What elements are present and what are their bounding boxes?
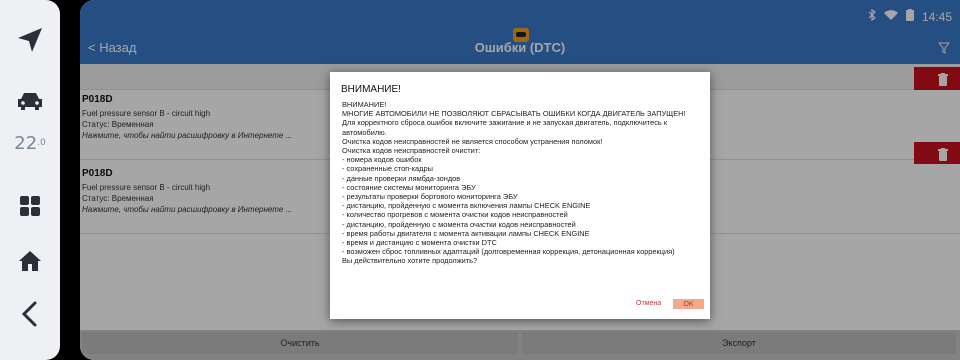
dialog-line: - состояние системы мониторинга ЭБУ — [342, 182, 476, 192]
dialog-body: ВНИМАНИЕ! МНОГИЕ АВТОМОБИЛИ НЕ ПОЗВОЛЯЮТ… — [342, 100, 702, 266]
temperature-value: 22 — [14, 132, 38, 154]
cancel-button[interactable]: Отмена — [636, 300, 661, 307]
dialog-line: Очистка кодов неисправностей очистит: — [342, 146, 481, 156]
dialog-line: Очистка кодов неисправностей не является… — [342, 136, 603, 146]
dialog-line: Вы действительно хотите продолжить? — [342, 256, 478, 266]
car-dock: 22.0 — [0, 0, 60, 360]
dialog-line: - дистанцию, пройденную с момента очистк… — [342, 219, 576, 229]
navigation-icon[interactable] — [0, 22, 60, 58]
dialog-line: - время работы двигателя с момента актив… — [342, 228, 590, 238]
dialog-line: - данные проверки лямбда-зондов — [342, 173, 461, 183]
dialog-line: - дистанцию, пройденную с момента включе… — [342, 201, 591, 211]
dialog-line: - номера кодов ошибок — [342, 155, 422, 165]
dialog-title: ВНИМАНИЕ! — [341, 84, 401, 95]
dialog-line: - время и дистанцию с момента очистки DT… — [342, 238, 497, 248]
temperature-readout[interactable]: 22.0 — [0, 130, 60, 156]
dialog-line: МНОГИЕ АВТОМОБИЛИ НЕ ПОЗВОЛЯЮТ СБРАСЫВАТ… — [342, 109, 686, 119]
warning-dialog: ВНИМАНИЕ! ВНИМАНИЕ! МНОГИЕ АВТОМОБИЛИ НЕ… — [330, 72, 710, 319]
dialog-line: - количество прогревов с момента очистки… — [342, 210, 568, 220]
dialog-line: ВНИМАНИЕ! — [342, 100, 387, 109]
dialog-line: Для корректного сброса ошибок включите з… — [342, 118, 668, 137]
screen: 22.0 14:45 < Назад Ошибки (DTC) P018D Fu… — [0, 0, 960, 360]
home-icon[interactable] — [0, 247, 60, 275]
ok-button[interactable]: OK — [673, 299, 704, 309]
back-arrow-icon[interactable] — [0, 300, 60, 328]
dialog-line: - сохраненные стоп-кадры — [342, 164, 433, 174]
dialog-line: - результаты проверки бортового монитори… — [342, 192, 518, 202]
apps-grid-icon[interactable] — [0, 192, 60, 220]
temperature-decimal: .0 — [37, 138, 46, 148]
dialog-line: - возможен сброс топливных адаптаций (до… — [342, 247, 675, 257]
car-icon[interactable] — [0, 86, 60, 116]
